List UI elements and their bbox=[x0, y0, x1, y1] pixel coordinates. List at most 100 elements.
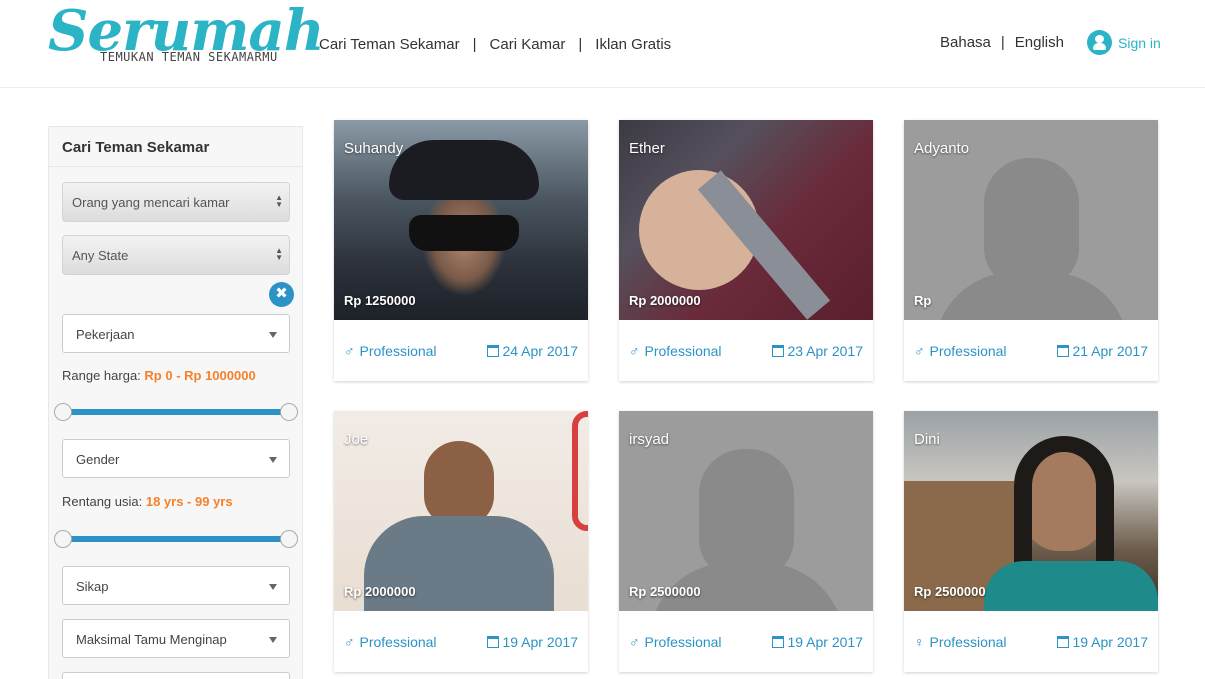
post-date-label: 19 Apr 2017 bbox=[502, 633, 578, 650]
card-footer: ♂ Professional 21 Apr 2017 bbox=[904, 320, 1158, 381]
profile-name: Suhandy bbox=[344, 140, 404, 157]
sidebar-title: Cari Teman Sekamar bbox=[49, 127, 302, 167]
occupation-label: Professional bbox=[929, 342, 1007, 359]
user-icon bbox=[1087, 30, 1112, 55]
profile-photo[interactable] bbox=[904, 411, 1158, 611]
profile-card[interactable]: irsyad Rp 2500000 ♂ Professional 19 Apr 2… bbox=[619, 411, 873, 672]
profile-name: irsyad bbox=[629, 431, 670, 448]
calendar-icon bbox=[772, 344, 785, 357]
occupation-label: Professional bbox=[929, 633, 1007, 650]
search-type-select[interactable]: Orang yang mencari kamar ▲ ▼ bbox=[62, 182, 290, 222]
job-dropdown-label: Pekerjaan bbox=[76, 327, 135, 342]
lang-english[interactable]: English bbox=[1015, 34, 1064, 51]
post-date-label: 24 Apr 2017 bbox=[502, 342, 578, 359]
caret-down-icon bbox=[269, 637, 277, 643]
caret-down-icon bbox=[269, 584, 277, 590]
post-date: 23 Apr 2017 bbox=[772, 342, 863, 359]
caret-down-icon bbox=[269, 457, 277, 463]
slider-min-handle[interactable] bbox=[54, 403, 72, 421]
price-range-text: Range harga: bbox=[62, 368, 141, 383]
occupation-label: Professional bbox=[644, 342, 722, 359]
male-icon: ♂ bbox=[344, 342, 355, 359]
male-icon: ♂ bbox=[629, 342, 640, 359]
card-footer: ♂ Professional 19 Apr 2017 bbox=[619, 611, 873, 672]
silhouette-body bbox=[934, 272, 1129, 320]
gender-dropdown[interactable]: Gender bbox=[62, 439, 290, 478]
post-date-label: 21 Apr 2017 bbox=[1072, 342, 1148, 359]
search-type-value: Orang yang mencari kamar bbox=[72, 195, 230, 210]
calendar-icon bbox=[487, 635, 500, 648]
profile-name: Adyanto bbox=[914, 140, 970, 157]
profile-card[interactable]: Ether Rp 2000000 ♂ Professional 23 Apr 20… bbox=[619, 120, 873, 381]
profile-price: Rp 1250000 bbox=[344, 293, 416, 308]
profile-price: Rp 2500000 bbox=[629, 584, 701, 599]
hair-shape bbox=[389, 140, 539, 200]
search-sidebar: Cari Teman Sekamar Orang yang mencari ka… bbox=[48, 126, 303, 679]
post-date-label: 19 Apr 2017 bbox=[787, 633, 863, 650]
post-date-label: 19 Apr 2017 bbox=[1072, 633, 1148, 650]
profile-price: Rp 2000000 bbox=[344, 584, 416, 599]
language-switcher: Bahasa | English bbox=[940, 34, 1064, 51]
post-date: 24 Apr 2017 bbox=[487, 342, 578, 359]
profile-card[interactable]: Joe Rp 2000000 ♂ Professional 19 Apr 2017 bbox=[334, 411, 588, 672]
slider-max-handle[interactable] bbox=[280, 403, 298, 421]
main-nav: Cari Teman Sekamar | Cari Kamar | Iklan … bbox=[319, 36, 671, 53]
calendar-icon bbox=[772, 635, 785, 648]
occupation: ♂ Professional bbox=[344, 633, 437, 650]
profile-price: Rp bbox=[914, 293, 932, 308]
job-dropdown[interactable]: Pekerjaan bbox=[62, 314, 290, 353]
male-icon: ♂ bbox=[914, 342, 925, 359]
nav-separator: | bbox=[472, 36, 477, 53]
age-range-slider[interactable] bbox=[54, 529, 298, 549]
sunglasses-shape bbox=[409, 215, 519, 251]
lang-bahasa[interactable]: Bahasa bbox=[940, 34, 991, 51]
slider-track bbox=[63, 409, 289, 415]
profile-name: Ether bbox=[629, 140, 665, 157]
profile-card[interactable]: Suhandy Rp 1250000 ♂ Professional 24 Apr … bbox=[334, 120, 588, 381]
max-guests-dropdown[interactable]: Maksimal Tamu Menginap bbox=[62, 619, 290, 658]
card-footer: ♂ Professional 23 Apr 2017 bbox=[619, 320, 873, 381]
price-range-slider[interactable] bbox=[54, 402, 298, 422]
lang-separator: | bbox=[1000, 34, 1005, 51]
signin-link[interactable]: Sign in bbox=[1087, 30, 1161, 55]
profile-card[interactable]: Dini Rp 2500000 ♀ Professional 19 Apr 201… bbox=[904, 411, 1158, 672]
signin-label: Sign in bbox=[1118, 34, 1161, 51]
site-header: Serumah TEMUKAN TEMAN SEKAMARMU Cari Tem… bbox=[0, 0, 1205, 88]
face-shape bbox=[424, 441, 494, 526]
updown-arrows-icon: ▲ ▼ bbox=[275, 246, 283, 262]
calendar-icon bbox=[1057, 344, 1070, 357]
price-range-value: Rp 0 - Rp 1000000 bbox=[144, 368, 256, 383]
silhouette-head bbox=[984, 158, 1079, 288]
attitude-dropdown[interactable]: Sikap bbox=[62, 566, 290, 605]
nav-cari-teman-sekamar[interactable]: Cari Teman Sekamar bbox=[319, 36, 460, 53]
logo[interactable]: Serumah TEMUKAN TEMAN SEKAMARMU bbox=[48, 0, 325, 80]
nav-iklan-gratis[interactable]: Iklan Gratis bbox=[595, 36, 671, 53]
attitude-dropdown-label: Sikap bbox=[76, 579, 109, 594]
occupation: ♂ Professional bbox=[914, 342, 1007, 359]
slider-min-handle[interactable] bbox=[54, 530, 72, 548]
profile-price: Rp 2000000 bbox=[629, 293, 701, 308]
nav-separator: | bbox=[578, 36, 583, 53]
price-range-label: Range harga: Rp 0 - Rp 1000000 bbox=[62, 368, 256, 383]
age-range-text: Rentang usia: bbox=[62, 494, 143, 509]
card-footer: ♀ Professional 19 Apr 2017 bbox=[904, 611, 1158, 672]
red-ring-shape bbox=[572, 411, 588, 531]
next-dropdown[interactable] bbox=[62, 672, 290, 679]
profile-name: Joe bbox=[344, 431, 369, 448]
profile-photo[interactable] bbox=[334, 411, 588, 611]
post-date: 19 Apr 2017 bbox=[487, 633, 578, 650]
updown-arrows-icon: ▲ ▼ bbox=[275, 193, 283, 209]
occupation: ♀ Professional bbox=[914, 633, 1007, 650]
slider-max-handle[interactable] bbox=[280, 530, 298, 548]
nav-cari-kamar[interactable]: Cari Kamar bbox=[490, 36, 566, 53]
silhouette-head bbox=[699, 449, 794, 579]
profile-name: Dini bbox=[914, 431, 940, 448]
post-date: 19 Apr 2017 bbox=[772, 633, 863, 650]
female-icon: ♀ bbox=[914, 633, 925, 650]
state-select[interactable]: Any State ▲ ▼ bbox=[62, 235, 290, 275]
gender-dropdown-label: Gender bbox=[76, 452, 120, 467]
male-icon: ♂ bbox=[629, 633, 640, 650]
shirt-shape bbox=[984, 561, 1158, 611]
clear-filter-icon[interactable]: ✖ bbox=[269, 282, 294, 307]
profile-card[interactable]: Adyanto Rp ♂ Professional 21 Apr 2017 bbox=[904, 120, 1158, 381]
